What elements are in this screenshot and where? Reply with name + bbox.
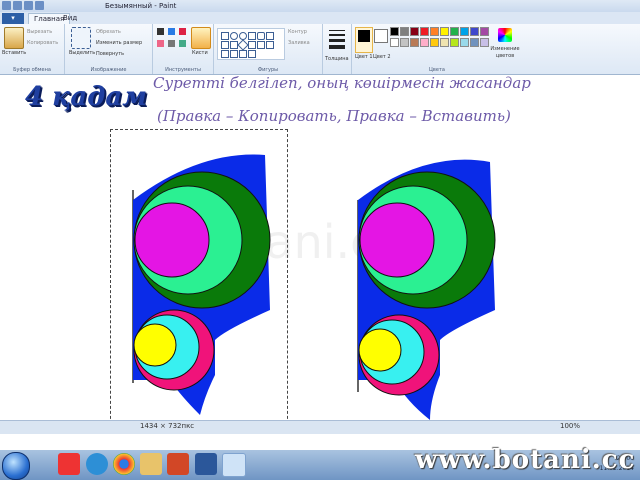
copied-drawing[interactable] bbox=[357, 159, 496, 420]
status-bar: 1434 × 732пкс 100% bbox=[0, 420, 640, 434]
yellow-circle bbox=[358, 328, 402, 372]
folder-icon[interactable] bbox=[140, 453, 162, 475]
word-icon[interactable] bbox=[195, 453, 217, 475]
selection-rectangle[interactable] bbox=[110, 129, 288, 429]
paint-taskbar-icon[interactable] bbox=[222, 453, 246, 477]
z-app-icon[interactable] bbox=[86, 453, 108, 475]
powerpoint-icon[interactable] bbox=[167, 453, 189, 475]
site-watermark: www.botani.cc bbox=[415, 445, 636, 475]
chrome-icon[interactable] bbox=[113, 453, 135, 475]
magenta-circle bbox=[359, 202, 435, 278]
start-button[interactable] bbox=[2, 452, 30, 480]
canvas-size-readout: 1434 × 732пкс bbox=[140, 422, 195, 430]
drawings-layer bbox=[132, 154, 496, 420]
zoom-level[interactable]: 100% bbox=[560, 422, 580, 430]
yandex-icon[interactable] bbox=[58, 453, 80, 475]
